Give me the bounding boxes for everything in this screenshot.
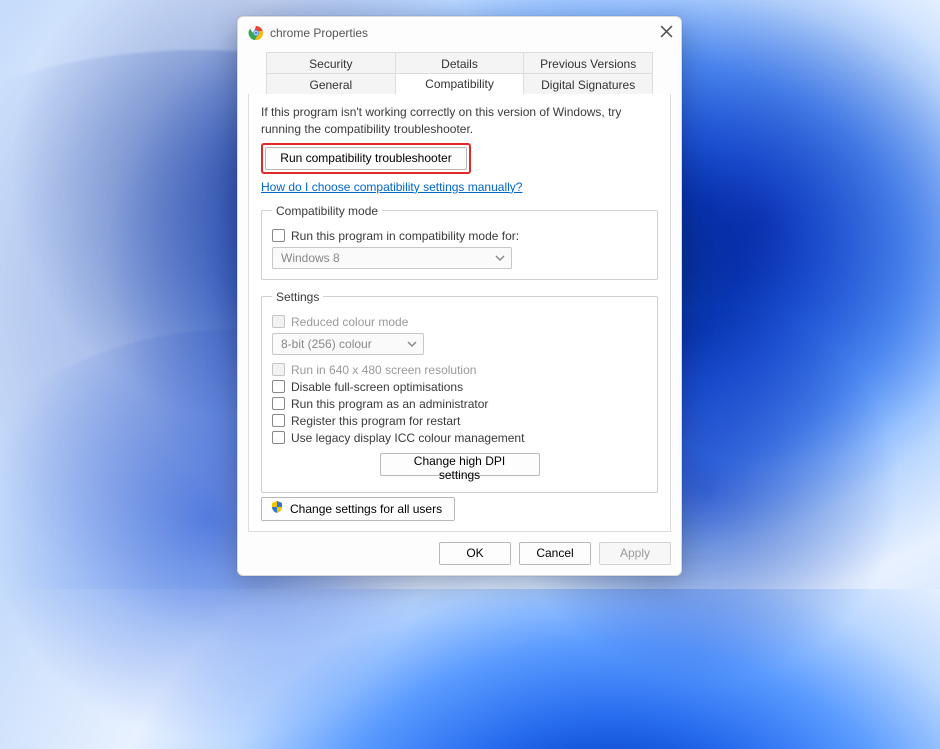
window-title: chrome Properties <box>270 26 660 40</box>
ok-button[interactable]: OK <box>439 542 511 565</box>
checkbox-run-as-admin-input[interactable] <box>272 397 285 410</box>
checkbox-legacy-icc-input[interactable] <box>272 431 285 444</box>
tab-details[interactable]: Details <box>396 52 525 74</box>
dialog-footer: OK Cancel Apply <box>238 532 681 575</box>
chevron-down-icon <box>407 339 417 349</box>
tab-compatibility[interactable]: Compatibility <box>396 73 525 95</box>
tab-previous-versions[interactable]: Previous Versions <box>524 52 653 74</box>
legend-settings: Settings <box>272 290 323 304</box>
high-dpi-button[interactable]: Change high DPI settings <box>380 453 540 476</box>
group-settings: Settings Reduced colour mode 8-bit (256)… <box>261 290 658 493</box>
tab-panel-compatibility: If this program isn't working correctly … <box>248 94 671 531</box>
tab-row-2: General Compatibility Digital Signatures <box>248 73 671 95</box>
checkbox-run-640x480-input <box>272 363 285 376</box>
apply-button: Apply <box>599 542 671 565</box>
tab-security[interactable]: Security <box>266 52 396 74</box>
checkbox-run-640x480-label: Run in 640 x 480 screen resolution <box>291 363 476 377</box>
checkbox-legacy-icc[interactable]: Use legacy display ICC colour management <box>272 431 647 445</box>
legend-compat-mode: Compatibility mode <box>272 204 382 218</box>
checkbox-run-as-admin[interactable]: Run this program as an administrator <box>272 397 647 411</box>
checkbox-disable-fullscreen[interactable]: Disable full-screen optimisations <box>272 380 647 394</box>
checkbox-run-compat-mode-input[interactable] <box>272 229 285 242</box>
tab-row-1: Security Details Previous Versions <box>248 52 671 74</box>
combo-compat-os-value: Windows 8 <box>281 251 340 265</box>
tab-digital-signatures[interactable]: Digital Signatures <box>524 73 653 95</box>
checkbox-reduced-colour-label: Reduced colour mode <box>291 315 408 329</box>
checkbox-legacy-icc-label: Use legacy display ICC colour management <box>291 431 524 445</box>
combo-colour-mode: 8-bit (256) colour <box>272 333 424 355</box>
cancel-button[interactable]: Cancel <box>519 542 591 565</box>
checkbox-disable-fullscreen-input[interactable] <box>272 380 285 393</box>
intro-text: If this program isn't working correctly … <box>261 104 658 136</box>
checkbox-reduced-colour-input <box>272 315 285 328</box>
tab-general[interactable]: General <box>266 73 396 95</box>
checkbox-disable-fullscreen-label: Disable full-screen optimisations <box>291 380 463 394</box>
close-icon <box>660 25 673 38</box>
change-all-users-button[interactable]: Change settings for all users <box>261 497 455 521</box>
checkbox-run-compat-mode[interactable]: Run this program in compatibility mode f… <box>272 229 647 243</box>
checkbox-run-compat-mode-label: Run this program in compatibility mode f… <box>291 229 519 243</box>
checkbox-run-as-admin-label: Run this program as an administrator <box>291 397 488 411</box>
group-compatibility-mode: Compatibility mode Run this program in c… <box>261 204 658 280</box>
close-button[interactable] <box>660 25 673 41</box>
checkbox-register-restart[interactable]: Register this program for restart <box>272 414 647 428</box>
checkbox-register-restart-label: Register this program for restart <box>291 414 460 428</box>
properties-dialog: chrome Properties Security Details Previ… <box>237 16 682 576</box>
titlebar: chrome Properties <box>238 17 681 48</box>
help-link[interactable]: How do I choose compatibility settings m… <box>261 180 658 194</box>
run-troubleshooter-button[interactable]: Run compatibility troubleshooter <box>265 147 467 170</box>
change-all-users-label: Change settings for all users <box>290 502 442 516</box>
highlight-box: Run compatibility troubleshooter <box>261 143 471 174</box>
checkbox-reduced-colour: Reduced colour mode <box>272 315 647 329</box>
chrome-icon <box>248 25 264 41</box>
shield-icon <box>270 500 284 517</box>
combo-colour-mode-value: 8-bit (256) colour <box>281 337 372 351</box>
checkbox-register-restart-input[interactable] <box>272 414 285 427</box>
checkbox-run-640x480: Run in 640 x 480 screen resolution <box>272 363 647 377</box>
combo-compat-os[interactable]: Windows 8 <box>272 247 512 269</box>
chevron-down-icon <box>495 253 505 263</box>
